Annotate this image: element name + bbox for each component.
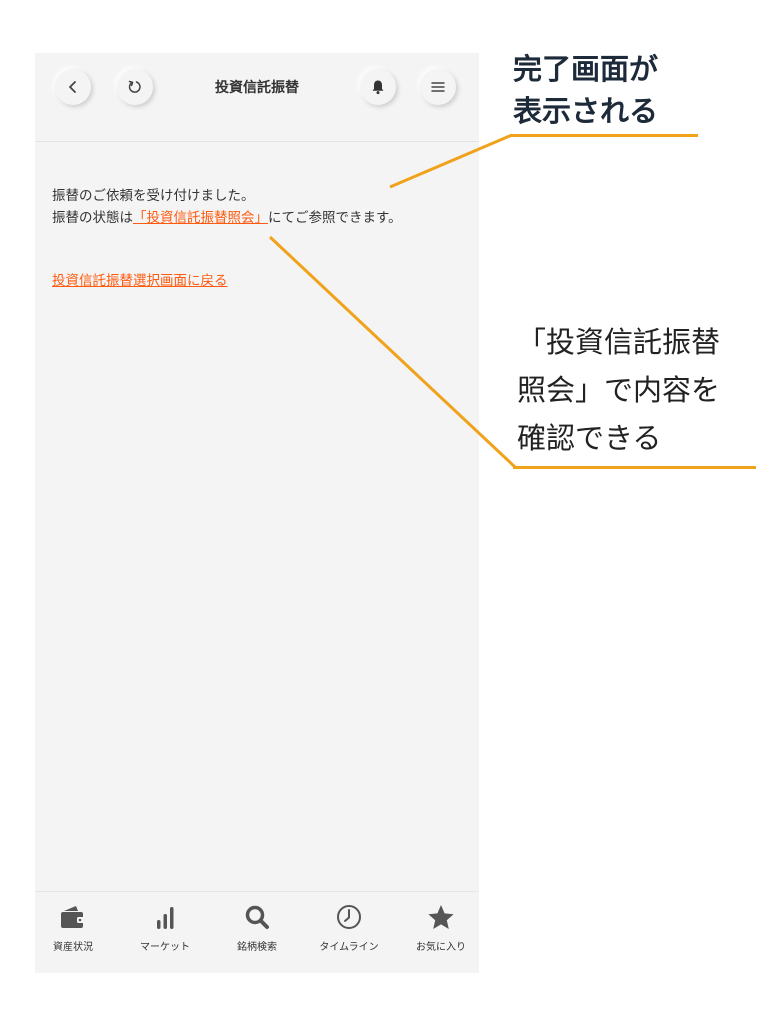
connector-line-top [389,133,513,189]
connector-line-bottom [268,235,517,469]
callout-connector-lines [268,133,517,469]
